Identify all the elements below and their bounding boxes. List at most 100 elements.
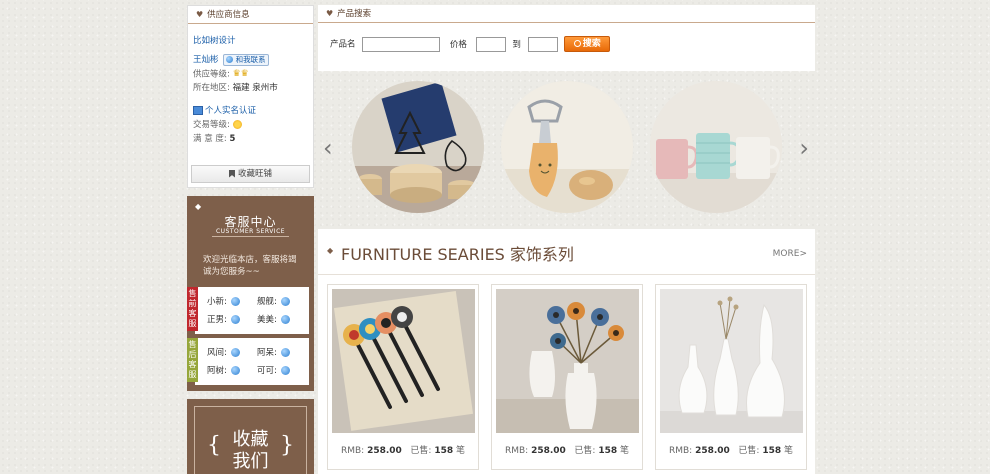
- product-card[interactable]: RMB: 258.00 已售: 158 笔: [491, 284, 643, 470]
- product-search-header: ♥ 产品搜索: [318, 5, 815, 23]
- sold-unit: 笔: [620, 446, 630, 456]
- chat-icon: [280, 348, 290, 357]
- region-value: 福建 泉州市: [232, 83, 278, 93]
- sold-count: 158: [598, 446, 618, 456]
- post-sale-tag: 售后客服: [187, 338, 198, 382]
- agent-name: 小新:: [207, 297, 227, 307]
- agent-link[interactable]: 美美:: [257, 313, 290, 325]
- bookmark-icon: [228, 169, 235, 178]
- supply-level-label: 供应等级:: [193, 69, 230, 80]
- card-holder-illustration: [352, 81, 484, 213]
- series-header: ◆ FURNITURE SEARIES 家饰系列 MORE>: [318, 229, 815, 275]
- agent-name: 阿呆:: [257, 348, 277, 358]
- product-card[interactable]: RMB: 258.00 已售: 158 笔: [327, 284, 479, 470]
- more-link[interactable]: MORE>: [773, 249, 807, 259]
- product-name-label: 产品名: [330, 39, 356, 50]
- price-to-label: 到: [512, 39, 521, 50]
- trade-level-label: 交易等级:: [193, 120, 230, 130]
- agent-link[interactable]: 可可:: [257, 364, 290, 376]
- collect-us-text: 收藏 我们: [195, 429, 306, 473]
- chat-icon: [230, 348, 240, 357]
- agent-link[interactable]: 正男:: [207, 313, 240, 325]
- price-max-input[interactable]: [527, 36, 558, 52]
- satisfaction-value: 5: [229, 134, 236, 144]
- customer-service-panel: ◆ 客服中心 CUSTOMER SERVICE 欢迎光临本店，客服将竭诚为您服务…: [187, 196, 314, 391]
- id-card-icon: [193, 106, 203, 115]
- region-label: 所在地区:: [193, 83, 230, 93]
- pre-sale-tag: 售前客服: [187, 287, 198, 331]
- price-label: 价格: [449, 39, 467, 50]
- collect-line-1: 收藏: [232, 429, 269, 450]
- agent-link[interactable]: 阿树:: [207, 364, 240, 376]
- diamond-icon: ◆: [327, 246, 334, 255]
- contact-me-button[interactable]: 和我联系: [223, 53, 269, 66]
- divider: [212, 236, 289, 237]
- collect-line-2: 我们: [232, 451, 269, 472]
- search-form: 产品名 价格 到 搜索: [330, 36, 611, 52]
- search-button[interactable]: 搜索: [564, 36, 611, 52]
- supplier-info-header: ♥ 供应商信息: [188, 6, 313, 24]
- welcome-message: 欢迎光临本店，客服将竭诚为您服务~~: [203, 255, 297, 277]
- agent-name: 正男:: [207, 315, 227, 325]
- carousel-prev-button[interactable]: ‹: [323, 136, 333, 160]
- chat-icon: [230, 297, 240, 306]
- agent-name: 可可:: [257, 366, 277, 376]
- sold-label: 已售:: [738, 446, 760, 456]
- carousel-image-peeler[interactable]: [501, 81, 633, 213]
- contact-me-label: 和我联系: [235, 54, 266, 64]
- chat-icon: [280, 315, 290, 324]
- post-sale-service-card: 售后客服 风间: 阿呆: 阿树: 可可:: [187, 338, 309, 385]
- chat-icon: [230, 366, 240, 375]
- price-label: RMB:: [340, 446, 365, 456]
- real-name-verify-link[interactable]: 个人实名认证: [205, 106, 256, 116]
- carousel-image-mugs[interactable]: [650, 81, 782, 213]
- agent-name: 美美:: [257, 315, 277, 325]
- agent-link[interactable]: 小新:: [207, 295, 240, 307]
- favorite-shop-label: 收藏旺铺: [237, 169, 272, 179]
- product-image[interactable]: [332, 289, 475, 433]
- collect-us-banner[interactable]: { } 收藏 我们: [187, 399, 314, 474]
- price-min-input[interactable]: [475, 36, 506, 52]
- carousel-next-button[interactable]: ›: [799, 136, 809, 160]
- product-card[interactable]: RMB: 258.00 已售: 158 笔: [655, 284, 807, 470]
- product-info: RMB: 258.00 已售: 158 笔: [656, 443, 806, 456]
- peeler-illustration: [501, 81, 633, 213]
- product-search-title: 产品搜索: [337, 9, 372, 19]
- shop-name-link[interactable]: 比如树设计: [193, 34, 308, 46]
- favorite-shop-button[interactable]: 收藏旺铺: [191, 165, 310, 183]
- spoons-illustration: [332, 289, 475, 433]
- product-info: RMB: 258.00 已售: 158 笔: [492, 443, 642, 456]
- agent-link[interactable]: 风间:: [207, 346, 240, 358]
- satisfaction-label: 满 意 度:: [193, 134, 227, 144]
- agent-link[interactable]: 阿呆:: [257, 346, 290, 358]
- carousel-image-card-holder[interactable]: [352, 81, 484, 213]
- supplier-info-title: 供应商信息: [207, 10, 250, 20]
- collect-us-frame: { } 收藏 我们: [194, 406, 307, 474]
- chat-icon: [280, 297, 290, 306]
- furniture-series-section: ◆ FURNITURE SEARIES 家饰系列 MORE> RMB: 258.…: [318, 229, 815, 474]
- chat-icon: [280, 366, 290, 375]
- product-image[interactable]: [496, 289, 639, 433]
- agent-link[interactable]: 舰舰:: [257, 295, 290, 307]
- pre-sale-service-card: 售前客服 小新: 舰舰: 正男: 美美:: [187, 287, 309, 334]
- product-info: RMB: 258.00 已售: 158 笔: [328, 443, 478, 456]
- product-price: 258.00: [695, 446, 730, 456]
- product-price: 258.00: [531, 446, 566, 456]
- crown-icon: ♛♛: [232, 69, 249, 79]
- diamond-icon: ◆: [195, 202, 202, 211]
- product-name-input[interactable]: [362, 36, 441, 52]
- white-vases-illustration: [660, 289, 803, 433]
- sun-level-icon: [232, 120, 242, 129]
- sold-count: 158: [762, 446, 782, 456]
- chat-icon: [230, 315, 240, 324]
- heart-icon: ♥: [196, 10, 204, 19]
- product-image[interactable]: [660, 289, 803, 433]
- sold-unit: 笔: [784, 446, 794, 456]
- supplier-info-panel: ♥ 供应商信息 比如树设计 王灿彬 和我联系 供应等级: ♛♛ 所在地区: 福建 …: [187, 5, 314, 188]
- product-price: 258.00: [367, 446, 402, 456]
- contact-name[interactable]: 王灿彬: [193, 55, 219, 65]
- sold-count: 158: [434, 446, 454, 456]
- customer-service-subtitle: CUSTOMER SERVICE: [215, 228, 286, 235]
- search-icon: [573, 40, 581, 47]
- product-carousel: ‹ ›: [318, 72, 815, 227]
